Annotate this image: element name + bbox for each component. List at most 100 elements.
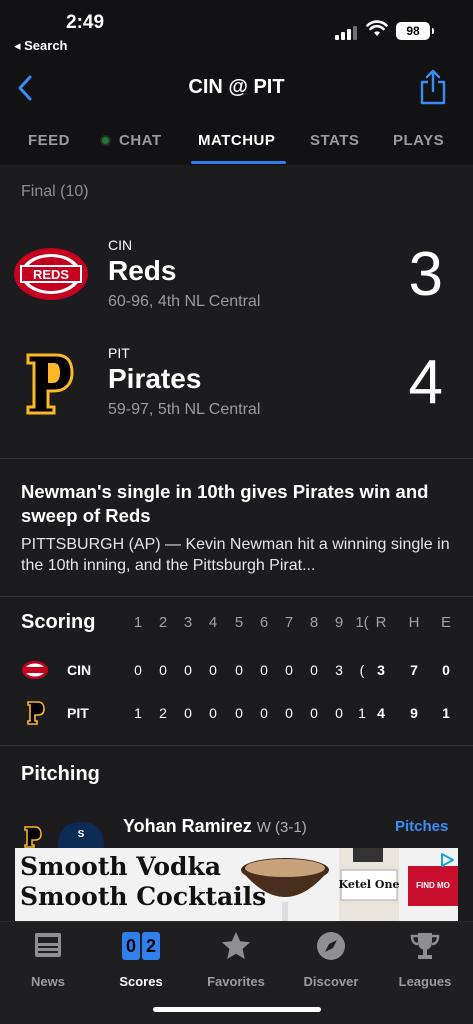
status-bar: 2:49 ◂ Search 98 — [0, 0, 473, 60]
inning-header: 5 — [234, 614, 244, 631]
tab-chat-label: CHAT — [119, 132, 162, 149]
inning-score-cell: 0 — [235, 705, 243, 721]
back-to-search-link[interactable]: ◂ Search — [14, 38, 68, 54]
linescore-team-abbr: PIT — [67, 705, 89, 721]
advertisement-banner[interactable]: Smooth Vodka Smooth Cocktails Ketel One … — [15, 848, 458, 921]
away-team-record: 60-96, 4th NL Central — [108, 293, 261, 310]
ad-line-2: Smooth Cocktails — [20, 882, 267, 911]
rhe-cell: 3 — [377, 662, 385, 678]
reds-logo-text: REDS — [33, 267, 69, 282]
inning-score-cell: 3 — [335, 662, 343, 678]
scores-digit-right: 2 — [142, 932, 160, 960]
tab-matchup[interactable]: MATCHUP — [198, 132, 275, 149]
home-team-record: 59-97, 5th NL Central — [108, 401, 261, 418]
inning-score-cell: 0 — [235, 662, 243, 678]
news-icon — [35, 933, 61, 957]
ad-choices-icon[interactable] — [439, 852, 455, 868]
section-divider — [0, 745, 473, 746]
inning-header: 4 — [208, 614, 218, 631]
ketel-one-bottle-image: Ketel One — [339, 848, 400, 921]
section-divider — [0, 596, 473, 597]
rhe-header: E — [440, 614, 451, 631]
tab-favorites-label: Favorites — [207, 974, 265, 989]
inning-score-cell: 1 — [134, 705, 142, 721]
tab-news[interactable]: News — [3, 930, 93, 989]
inning-score-cell: 0 — [260, 662, 268, 678]
game-status: Final (10) — [21, 183, 89, 200]
tab-plays[interactable]: PLAYS — [393, 132, 444, 149]
pirates-small-logo-icon — [27, 701, 45, 725]
inning-score-cell: 2 — [159, 705, 167, 721]
away-team-row[interactable]: REDS CIN Reds 60-96, 4th NL Central 3 — [0, 237, 473, 337]
rhe-cell: 4 — [377, 705, 385, 721]
ad-cta-button[interactable]: FIND MO — [408, 866, 458, 906]
away-team-score: 3 — [408, 240, 443, 309]
tab-stats[interactable]: STATS — [310, 132, 359, 149]
tab-favorites[interactable]: Favorites — [191, 930, 281, 989]
inning-header: 6 — [259, 614, 269, 631]
rhe-header: R — [375, 614, 387, 631]
tab-leagues-label: Leagues — [398, 974, 452, 989]
tab-leagues[interactable]: Leagues — [380, 930, 470, 989]
rhe-cell: 7 — [410, 662, 418, 678]
home-team-row[interactable]: P PIT Pirates 59-97, 5th NL Central 4 — [0, 345, 473, 445]
tab-discover[interactable]: Discover — [286, 930, 376, 989]
home-indicator — [153, 1007, 321, 1012]
share-icon[interactable] — [418, 68, 448, 106]
pitcher-headshot: S — [58, 822, 104, 848]
top-bar: 2:49 ◂ Search 98 CIN @ PIT FEED CHAT MAT… — [0, 0, 473, 165]
home-team-name: Pirates — [108, 363, 202, 394]
story-headline[interactable]: Newman's single in 10th gives Pirates wi… — [21, 480, 461, 528]
active-tab-indicator — [191, 161, 286, 164]
reds-logo-icon: REDS — [14, 248, 88, 300]
inning-score-cell: 0 — [285, 662, 293, 678]
pirates-small-logo-icon — [24, 826, 42, 848]
inning-score-cell: 0 — [285, 705, 293, 721]
tab-discover-label: Discover — [303, 974, 359, 989]
battery-indicator: 98 — [396, 22, 434, 40]
inning-score-cell: 0 — [335, 705, 343, 721]
tab-scores[interactable]: 0 2 Scores — [96, 930, 186, 989]
inning-score-cell: 0 — [184, 662, 192, 678]
status-time: 2:49 — [66, 12, 105, 33]
linescore-team-abbr: CIN — [67, 662, 92, 678]
compass-icon — [317, 932, 345, 960]
away-team-abbr: CIN — [108, 237, 133, 253]
live-dot-icon — [100, 134, 111, 146]
inning-score-cell: 1 — [358, 705, 366, 721]
scores-digit-left: 0 — [122, 932, 140, 960]
scores-icon: 0 2 — [120, 932, 162, 960]
tab-feed[interactable]: FEED — [28, 132, 70, 149]
wifi-icon — [366, 20, 388, 36]
inning-score-cell: 0 — [260, 705, 268, 721]
trophy-icon — [410, 933, 440, 959]
ad-line-1: Smooth Vodka — [20, 852, 222, 881]
inning-header: 1( — [355, 614, 369, 631]
inning-score-cell: 0 — [310, 662, 318, 678]
away-team-name: Reds — [108, 255, 177, 286]
rhe-cell: 9 — [410, 705, 418, 721]
rhe-header: H — [408, 614, 420, 631]
tab-chat[interactable]: CHAT — [100, 132, 162, 149]
inning-header: 7 — [284, 614, 294, 631]
story-summary[interactable]: PITTSBURGH (AP) — Kevin Newman hit a win… — [21, 534, 451, 576]
ad-brand: Ketel One — [339, 878, 400, 891]
pitcher-record: W (3-1) — [256, 819, 307, 836]
cocktail-glass-image — [241, 858, 329, 921]
inning-score-cell: 0 — [209, 705, 217, 721]
inning-header: 1 — [133, 614, 143, 631]
reds-small-logo-icon — [22, 661, 48, 679]
pitcher-name[interactable]: Yohan Ramirez W (3-1) — [123, 816, 307, 837]
tab-news-label: News — [31, 974, 65, 989]
inning-header: 9 — [334, 614, 344, 631]
page-title: CIN @ PIT — [188, 76, 285, 98]
inning-header: 3 — [183, 614, 193, 631]
inning-score-cell: 0 — [310, 705, 318, 721]
tab-scores-label: Scores — [119, 974, 163, 989]
pitching-title: Pitching — [21, 763, 100, 785]
inning-score-cell: ( — [359, 662, 365, 678]
inning-header: 2 — [158, 614, 168, 631]
star-icon — [222, 932, 250, 959]
rhe-cell: 1 — [442, 705, 450, 721]
pitches-link[interactable]: Pitches — [395, 818, 448, 835]
